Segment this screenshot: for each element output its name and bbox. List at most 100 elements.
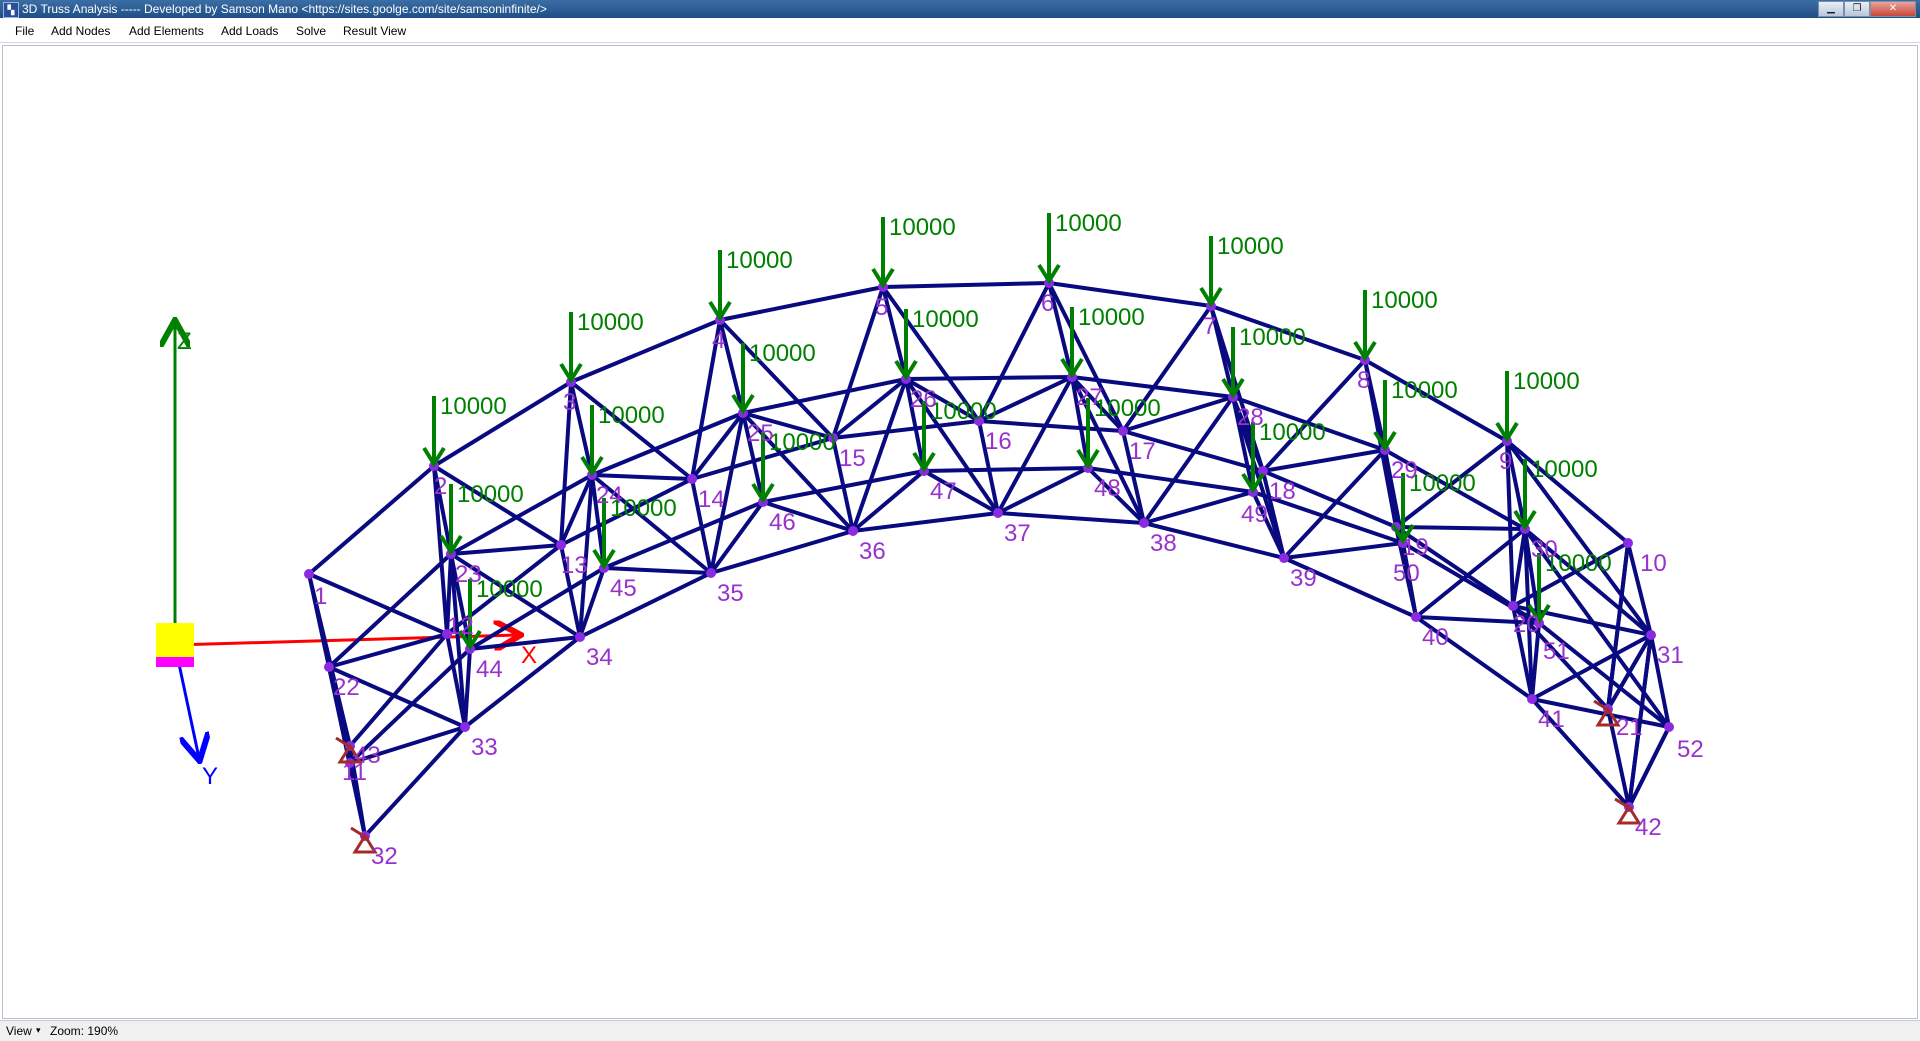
load-value: 10000 [598,402,665,429]
load-value: 10000 [1391,377,1458,404]
node-label: 15 [839,445,866,472]
load-arrow-26: 10000 [894,306,979,381]
load-value: 10000 [476,576,543,603]
menu-add-nodes[interactable]: Add Nodes [51,24,110,38]
load-value: 10000 [1094,395,1161,422]
node-13[interactable] [556,540,566,550]
truss-app-icon: ▚ [3,2,19,18]
node-14[interactable] [687,474,697,484]
load-value: 10000 [577,309,644,336]
load-value: 10000 [726,247,793,274]
node-36[interactable] [848,526,858,536]
origin-box [156,623,194,657]
menu-add-elements[interactable]: Add Elements [129,24,204,38]
node-label: 36 [859,538,886,565]
node-label: 1 [314,583,327,610]
node-31[interactable] [1646,630,1656,640]
node-39[interactable] [1279,553,1289,563]
chevron-down-icon[interactable]: ▾ [36,1025,41,1036]
node-33[interactable] [460,722,470,732]
view-menu[interactable]: View [6,1024,32,1038]
truss-member [590,473,694,481]
node-10[interactable] [1623,538,1633,548]
load-value: 10000 [1055,210,1122,237]
node-label: 48 [1094,475,1121,502]
load-value: 10000 [930,398,997,425]
node-label: 14 [698,486,725,513]
truss-member [922,466,1090,473]
truss-member [741,377,908,415]
node-label: 12 [447,613,474,640]
node-label: 32 [371,843,398,870]
truss-member [851,511,1000,533]
node-label: 52 [1677,736,1704,763]
load-value: 10000 [457,481,524,508]
z-axis-label: Z [177,328,192,355]
truss-member [1394,525,1527,531]
load-value: 10000 [1078,304,1145,331]
node-label: 43 [354,742,381,769]
load-value: 10000 [1371,287,1438,314]
maximize-icon[interactable]: ❐ [1844,1,1870,17]
node-22[interactable] [324,662,334,672]
truss-member [718,285,885,322]
node-label: 9 [1499,448,1512,475]
load-value: 10000 [1513,368,1580,395]
truss-3d-view[interactable]: Z X Y 10000100001000010000 10000100001000… [3,46,1917,1018]
node-label: 41 [1538,706,1565,733]
node-label: 13 [561,552,588,579]
node-label: 4 [712,327,725,354]
load-value: 10000 [749,340,816,367]
node-40[interactable] [1411,612,1421,622]
truss-member [307,464,436,576]
node-label: 33 [471,734,498,761]
node-label: 21 [1616,714,1643,741]
truss-member [602,566,713,575]
node-38[interactable] [1139,518,1149,528]
menu-add-loads[interactable]: Add Loads [221,24,278,38]
menu-file[interactable]: File [15,24,34,38]
node-label: 20 [1513,611,1540,638]
node-34[interactable] [575,632,585,642]
load-value: 10000 [440,393,507,420]
node-label: 42 [1635,814,1662,841]
node-label: 22 [333,674,360,701]
truss-member [1047,281,1213,308]
node-label: 2 [434,473,447,500]
node-1[interactable] [304,569,314,579]
minimize-icon[interactable]: ▁ [1818,1,1844,17]
node-20[interactable] [1508,601,1518,611]
truss-member [1282,541,1405,560]
node-label: 28 [1237,404,1264,431]
node-label: 34 [586,644,613,671]
truss-member [709,529,855,575]
node-35[interactable] [706,568,716,578]
node-label: 45 [610,575,637,602]
node-41[interactable] [1527,694,1537,704]
node-label: 23 [455,561,482,588]
node-37[interactable] [993,508,1003,518]
close-icon[interactable]: ✕ [1870,1,1916,17]
truss-member [463,647,472,729]
load-arrow-7: 10000 [1199,233,1284,308]
node-label: 49 [1241,501,1268,528]
node-17[interactable] [1118,426,1128,436]
load-value: 10000 [912,306,979,333]
node-label: 29 [1391,457,1418,484]
load-value: 10000 [769,429,836,456]
menu-solve[interactable]: Solve [296,24,326,38]
node-label: 51 [1543,638,1570,665]
truss-member [904,375,1074,381]
zoom-level: Zoom: 190% [50,1024,119,1038]
truss-member [1511,527,1527,608]
node-label: 7 [1203,313,1216,340]
node-label: 35 [717,580,744,607]
load-value: 10000 [1409,470,1476,497]
supports [335,699,1642,854]
node-label: 38 [1150,530,1177,557]
node-label: 44 [476,656,503,683]
node-label: 10 [1640,550,1667,577]
menu-result-view[interactable]: Result View [343,24,406,38]
model-viewport[interactable]: Z X Y 10000 10000 10000 10000 10000 10000 1000… [2,45,1918,1019]
node-52[interactable] [1664,722,1674,732]
